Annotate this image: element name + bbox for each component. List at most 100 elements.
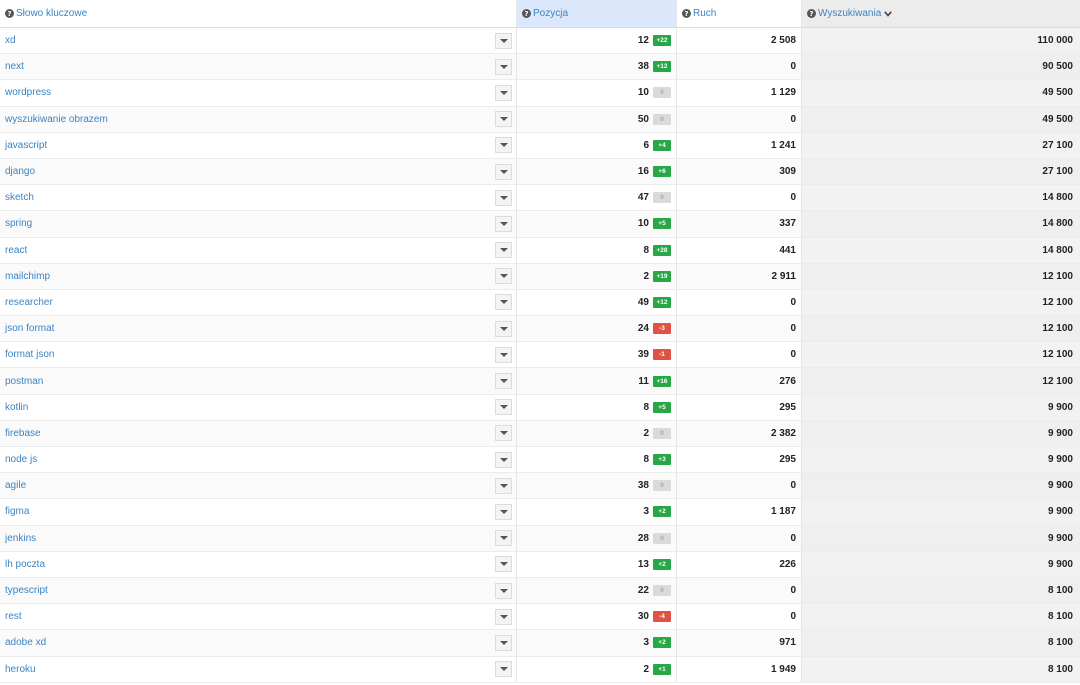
keyword-link[interactable]: heroku — [5, 664, 36, 675]
traffic-value: 0 — [790, 113, 796, 125]
keyword-link[interactable]: json format — [5, 323, 54, 334]
row-dropdown-button[interactable] — [495, 503, 512, 520]
position-change-badge: +28 — [653, 244, 671, 256]
keyword-link[interactable]: figma — [5, 506, 29, 517]
position-cell: 38 0 — [517, 473, 677, 499]
row-dropdown-button[interactable] — [495, 320, 512, 337]
keyword-link[interactable]: next — [5, 61, 24, 72]
keyword-link[interactable]: mailchimp — [5, 271, 50, 282]
keyword-link[interactable]: typescript — [5, 585, 48, 596]
traffic-value: 0 — [790, 349, 796, 361]
keyword-link[interactable]: node js — [5, 454, 37, 465]
row-dropdown-button[interactable] — [495, 189, 512, 206]
keyword-link[interactable]: adobe xd — [5, 637, 46, 648]
table-row: node js 8 +3 295 9 900 — [0, 447, 1080, 474]
header-searches-label[interactable]: Wyszukiwania — [818, 8, 881, 19]
row-dropdown-button[interactable] — [495, 373, 512, 390]
row-dropdown-button[interactable] — [495, 137, 512, 154]
table-row: react 8 +28 441 14 800 — [0, 237, 1080, 264]
row-dropdown-button[interactable] — [495, 399, 512, 416]
keyword-link[interactable]: firebase — [5, 428, 41, 439]
keyword-link[interactable]: researcher — [5, 297, 53, 308]
keyword-cell: kotlin — [0, 394, 517, 420]
table-row: sketch 47 0 0 14 800 — [0, 185, 1080, 212]
header-keyword-label[interactable]: Słowo kluczowe — [16, 8, 87, 19]
keyword-link[interactable]: react — [5, 245, 27, 256]
row-dropdown-button[interactable] — [495, 84, 512, 101]
row-dropdown-button[interactable] — [495, 582, 512, 599]
keyword-link[interactable]: agile — [5, 480, 26, 491]
keyword-link[interactable]: xd — [5, 35, 16, 46]
searches-value: 8 100 — [1047, 585, 1073, 597]
help-icon[interactable]: ? — [522, 9, 531, 18]
sort-desc-icon[interactable] — [884, 10, 893, 17]
position-value: 50 — [637, 113, 649, 125]
traffic-cell: 309 — [677, 158, 802, 185]
row-dropdown-button[interactable] — [495, 477, 512, 494]
keyword-link[interactable]: spring — [5, 218, 32, 229]
keyword-cell: heroku — [0, 656, 517, 682]
help-icon[interactable]: ? — [682, 9, 691, 18]
position-value: 28 — [637, 532, 649, 544]
row-dropdown-button[interactable] — [495, 111, 512, 128]
chevron-down-icon — [499, 90, 508, 95]
searches-cell: 9 900 — [802, 525, 1080, 551]
searches-cell: 9 900 — [802, 394, 1080, 420]
position-value: 8 — [643, 244, 649, 256]
keyword-link[interactable]: lh poczta — [5, 559, 45, 570]
row-dropdown-button[interactable] — [495, 451, 512, 468]
position-cell: 2 +1 — [517, 656, 677, 682]
keyword-link[interactable]: rest — [5, 611, 22, 622]
position-value: 3 — [643, 637, 649, 649]
keyword-link[interactable]: sketch — [5, 192, 34, 203]
table-row: kotlin 8 +5 295 9 900 — [0, 394, 1080, 421]
help-icon[interactable]: ? — [807, 9, 816, 18]
chevron-down-icon — [499, 614, 508, 619]
row-dropdown-button[interactable] — [495, 608, 512, 625]
table-row: researcher 49 +12 0 12 100 — [0, 289, 1080, 317]
keyword-link[interactable]: wordpress — [5, 87, 51, 98]
keyword-link[interactable]: postman — [5, 376, 43, 387]
row-dropdown-button[interactable] — [495, 661, 512, 678]
keyword-link[interactable]: kotlin — [5, 402, 28, 413]
keyword-cell: firebase — [0, 420, 517, 446]
traffic-cell: 0 — [677, 185, 802, 211]
row-dropdown-button[interactable] — [495, 32, 512, 49]
row-dropdown-button[interactable] — [495, 530, 512, 547]
row-dropdown-button[interactable] — [495, 294, 512, 311]
traffic-cell: 295 — [677, 447, 802, 473]
row-dropdown-button[interactable] — [495, 268, 512, 285]
help-icon[interactable]: ? — [5, 9, 14, 18]
chevron-down-icon — [499, 483, 508, 488]
keyword-link[interactable]: wyszukiwanie obrazem — [5, 114, 108, 125]
position-change-badge: 0 — [653, 585, 671, 597]
row-dropdown-button[interactable] — [495, 346, 512, 363]
position-value: 38 — [637, 480, 649, 492]
keyword-link[interactable]: jenkins — [5, 533, 36, 544]
keyword-link[interactable]: django — [5, 166, 35, 177]
row-dropdown-button[interactable] — [495, 556, 512, 573]
header-position-label[interactable]: Pozycja — [533, 8, 568, 19]
header-traffic-label[interactable]: Ruch — [693, 8, 716, 19]
row-dropdown-button[interactable] — [495, 425, 512, 442]
position-cell: 13 +2 — [517, 551, 677, 577]
searches-value: 9 900 — [1047, 558, 1073, 570]
keyword-link[interactable]: javascript — [5, 140, 47, 151]
row-dropdown-button[interactable] — [495, 58, 512, 75]
searches-cell: 9 900 — [802, 447, 1080, 473]
position-value: 8 — [643, 401, 649, 413]
position-value: 24 — [637, 323, 649, 335]
row-dropdown-button[interactable] — [495, 215, 512, 232]
row-dropdown-button[interactable] — [495, 634, 512, 651]
traffic-cell: 2 382 — [677, 420, 802, 446]
position-change-badge: +16 — [653, 375, 671, 387]
traffic-cell: 0 — [677, 106, 802, 132]
keyword-link[interactable]: format json — [5, 349, 54, 360]
table-row: figma 3 +2 1 187 9 900 — [0, 499, 1080, 526]
header-keyword: ? Słowo kluczowe — [0, 0, 517, 27]
row-dropdown-button[interactable] — [495, 242, 512, 259]
position-change-badge: 0 — [653, 427, 671, 439]
position-value: 38 — [637, 61, 649, 73]
row-dropdown-button[interactable] — [495, 163, 512, 180]
position-change-badge: -4 — [653, 611, 671, 623]
